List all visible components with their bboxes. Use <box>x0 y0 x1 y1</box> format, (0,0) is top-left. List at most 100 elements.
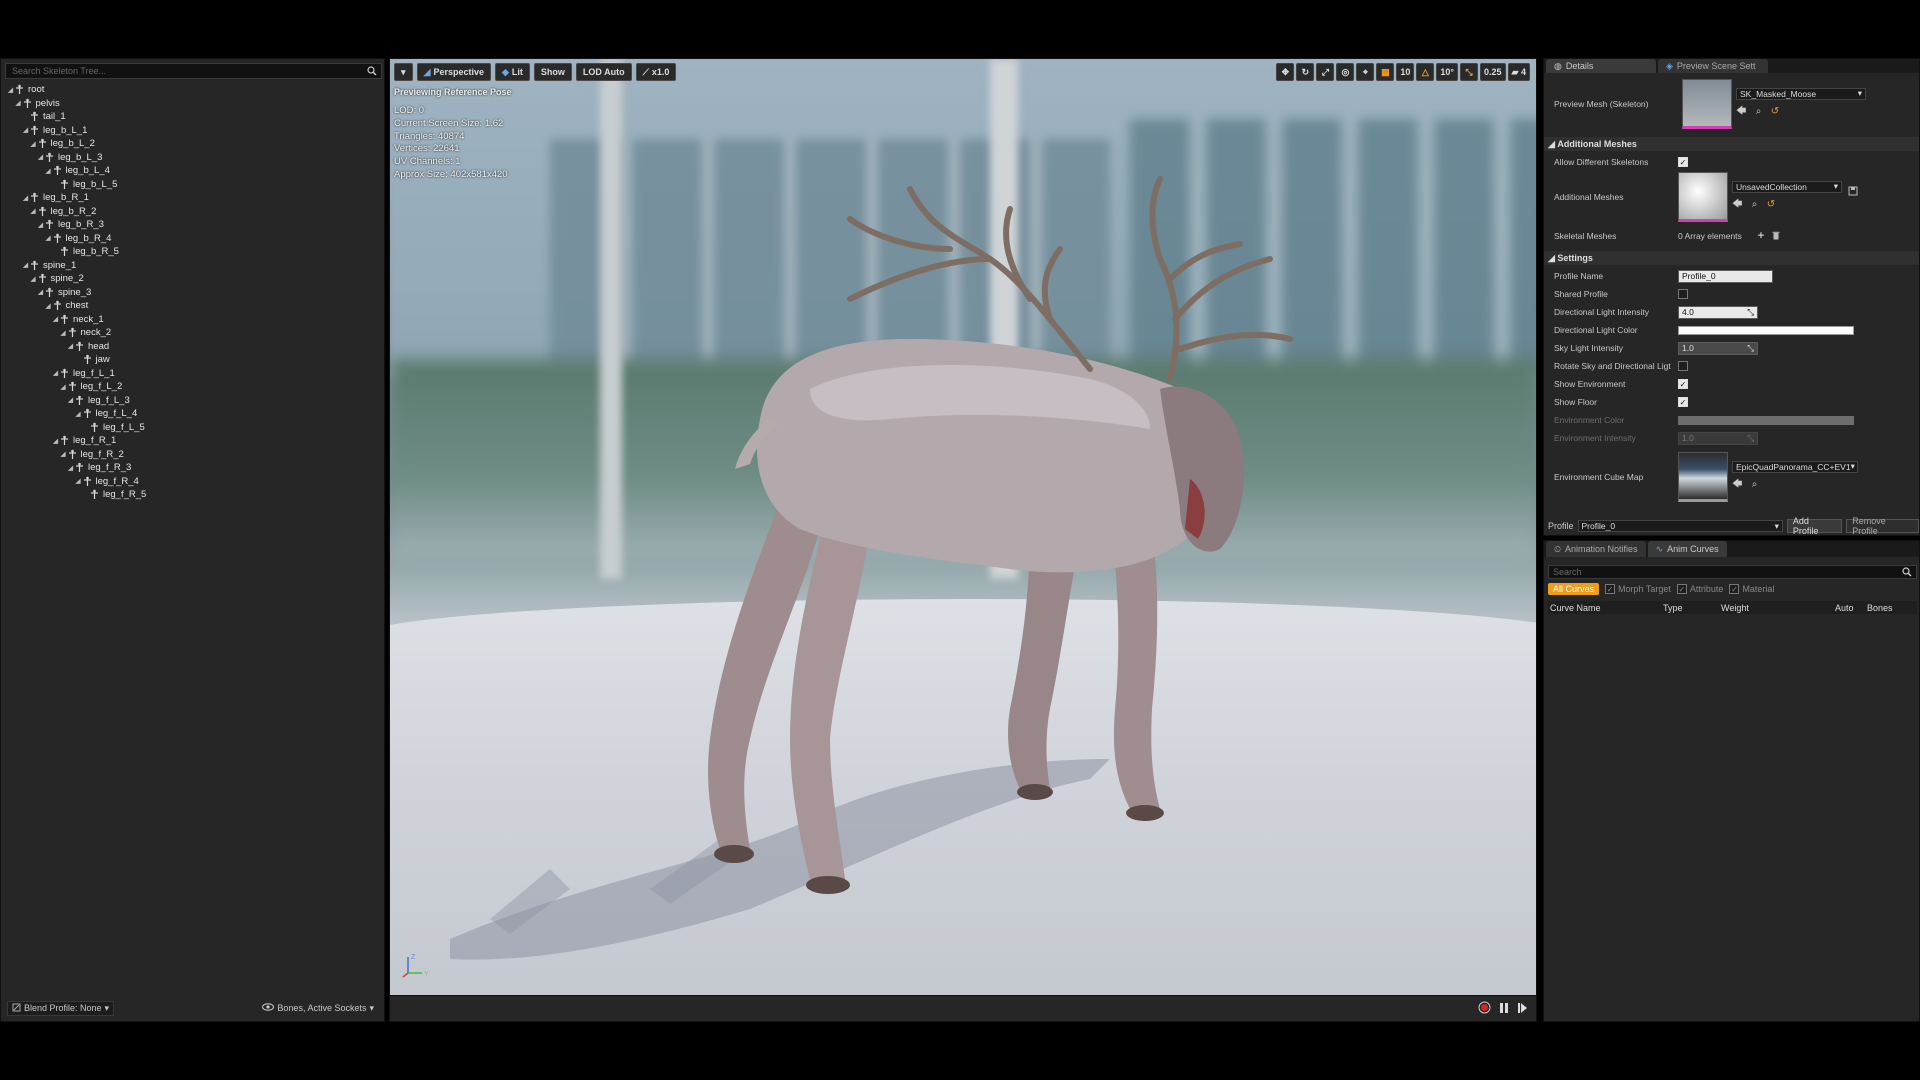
sky-light-intensity-input[interactable]: 1.0 ⤡ <box>1678 341 1758 355</box>
bone-row[interactable]: tail_1 <box>7 110 377 124</box>
expand-arrow-icon[interactable]: ◢ <box>60 329 67 337</box>
bone-row[interactable]: ◢ chest <box>7 299 377 313</box>
env-cube-map-dropdown[interactable]: EpicQuadPanorama_CC+EV1 ▾ <box>1732 460 1858 473</box>
rotate-icon[interactable]: ↻ <box>1296 63 1315 81</box>
shared-profile-checkbox[interactable] <box>1678 289 1688 299</box>
dir-light-color-swatch[interactable] <box>1678 325 1854 335</box>
bone-row[interactable]: jaw <box>7 353 377 367</box>
use-selected-arrow-icon[interactable]: 🡄 <box>1732 479 1742 490</box>
bone-row[interactable]: ◢ head <box>7 340 377 354</box>
expand-arrow-icon[interactable]: ◢ <box>45 302 52 310</box>
skeleton-search-input[interactable] <box>6 64 365 78</box>
additional-meshes-category[interactable]: ◢ Additional Meshes <box>1544 137 1919 151</box>
expand-arrow-icon[interactable]: ◢ <box>15 99 22 107</box>
bone-row[interactable]: ◢ leg_f_R_3 <box>7 461 377 475</box>
browse-search-icon[interactable]: ⌕ <box>1752 479 1758 490</box>
expand-arrow-icon[interactable]: ◢ <box>7 86 14 94</box>
expand-arrow-icon[interactable]: ◢ <box>22 194 29 202</box>
record-icon[interactable] <box>1478 1001 1491 1017</box>
bone-row[interactable]: ◢ neck_1 <box>7 313 377 327</box>
expand-arrow-icon[interactable]: ◢ <box>30 275 37 283</box>
bone-row[interactable]: ◢ pelvis <box>7 97 377 111</box>
bone-row[interactable]: ◢ leg_f_R_4 <box>7 475 377 489</box>
bone-row[interactable]: ◢ leg_b_R_2 <box>7 205 377 219</box>
expand-arrow-icon[interactable]: ◢ <box>30 207 37 215</box>
expand-arrow-icon[interactable]: ◢ <box>22 261 29 269</box>
step-forward-icon[interactable] <box>1517 1002 1528 1017</box>
bone-row[interactable]: ◢ leg_b_R_1 <box>7 191 377 205</box>
expand-arrow-icon[interactable]: ◢ <box>52 437 59 445</box>
allow-diff-skeletons-checkbox[interactable]: ✓ <box>1678 157 1688 167</box>
morph-checkbox[interactable]: ✓ <box>1605 584 1616 594</box>
settings-category[interactable]: ◢ Settings <box>1544 251 1919 265</box>
grid-snap-value[interactable]: 10 <box>1396 63 1415 81</box>
profile-dropdown[interactable]: Profile_0 ▾ <box>1577 520 1783 532</box>
profile-name-input[interactable]: Profile_0 <box>1678 269 1773 283</box>
expand-arrow-icon[interactable]: ◢ <box>60 383 67 391</box>
additional-meshes-dropdown[interactable]: UnsavedCollection ▾ <box>1732 180 1842 193</box>
expand-arrow-icon[interactable]: ◢ <box>30 140 37 148</box>
filter-all-curves[interactable]: All Curves <box>1548 583 1600 595</box>
expand-arrow-icon[interactable]: ◢ <box>37 153 44 161</box>
bone-row[interactable]: leg_f_L_5 <box>7 421 377 435</box>
bone-row[interactable]: leg_f_R_5 <box>7 488 377 502</box>
lod-button[interactable]: LOD Auto <box>575 63 632 81</box>
col-bones[interactable]: Bones <box>1867 603 1907 613</box>
scale-snap-icon[interactable]: ⤡ <box>1460 63 1479 81</box>
bone-row[interactable]: ◢ leg_b_R_3 <box>7 218 377 232</box>
tab-animation-notifies[interactable]: ⏲ Animation Notifies <box>1546 541 1646 557</box>
expand-arrow-icon[interactable]: ◢ <box>45 167 52 175</box>
scale-icon[interactable]: ⤢ <box>1316 63 1335 81</box>
bone-row[interactable]: ◢ neck_2 <box>7 326 377 340</box>
env-intensity-input[interactable]: 1.0 ⤡ <box>1678 431 1758 445</box>
expand-arrow-icon[interactable]: ◢ <box>22 126 29 134</box>
trash-icon[interactable] <box>1772 231 1780 242</box>
lit-button[interactable]: ◆ Lit <box>495 63 530 81</box>
slider-arrows-icon[interactable]: ⤡ <box>1747 343 1754 354</box>
expand-arrow-icon[interactable]: ◢ <box>60 450 67 458</box>
scene-render[interactable] <box>390 59 1536 997</box>
bones-filter-button[interactable]: Bones, Active Sockets ▾ <box>258 1002 378 1015</box>
add-element-icon[interactable]: + <box>1758 230 1764 242</box>
col-weight[interactable]: Weight <box>1721 603 1835 613</box>
filter-attribute[interactable]: ✓ Attribute <box>1676 584 1723 594</box>
expand-arrow-icon[interactable]: ◢ <box>52 369 59 377</box>
pause-icon[interactable] <box>1499 1002 1509 1017</box>
preview-mesh-thumbnail[interactable] <box>1682 79 1732 129</box>
bone-row[interactable]: ◢ leg_f_L_2 <box>7 380 377 394</box>
preview-mesh-dropdown[interactable]: SK_Masked_Moose ▾ <box>1736 87 1866 100</box>
bone-row[interactable]: ◢ leg_b_R_4 <box>7 232 377 246</box>
camera-speed-button[interactable]: ▰ 4 <box>1507 63 1530 81</box>
expand-arrow-icon[interactable]: ◢ <box>45 234 52 242</box>
expand-arrow-icon[interactable]: ◢ <box>67 342 74 350</box>
col-auto[interactable]: Auto <box>1835 603 1867 613</box>
show-floor-checkbox[interactable]: ✓ <box>1678 397 1688 407</box>
col-curve-name[interactable]: Curve Name <box>1548 603 1663 613</box>
playback-speed-button[interactable]: ⟋ x1.0 <box>635 63 677 81</box>
scale-snap-value[interactable]: 0.25 <box>1480 63 1506 81</box>
show-env-checkbox[interactable]: ✓ <box>1678 379 1688 389</box>
bone-row[interactable]: leg_b_L_5 <box>7 178 377 192</box>
expand-arrow-icon[interactable]: ◢ <box>37 221 44 229</box>
bone-row[interactable]: ◢ root <box>7 83 377 97</box>
viewport[interactable]: ▾ ◢ Perspective ◆ Lit Show LOD Auto ⟋ x1… <box>389 58 1537 1022</box>
filter-morph-target[interactable]: ✓ Morph Target <box>1605 584 1671 594</box>
env-color-swatch[interactable] <box>1678 415 1854 425</box>
perspective-button[interactable]: ◢ Perspective <box>416 63 491 81</box>
rotation-snap-value[interactable]: 10° <box>1436 63 1459 81</box>
tab-preview-scene-settings[interactable]: ◈ Preview Scene Sett <box>1658 59 1768 73</box>
bone-row[interactable]: ◢ leg_f_L_1 <box>7 367 377 381</box>
search-icon[interactable] <box>1900 565 1914 579</box>
use-selected-arrow-icon[interactable]: 🡄 <box>1732 199 1742 210</box>
reset-icon[interactable]: ↺ <box>1767 199 1775 210</box>
expand-arrow-icon[interactable]: ◢ <box>67 464 74 472</box>
translate-icon[interactable]: ✥ <box>1276 63 1295 81</box>
rotation-snap-icon[interactable]: △ <box>1416 63 1435 81</box>
remove-profile-button[interactable]: Remove Profile <box>1846 516 1919 536</box>
add-profile-button[interactable]: Add Profile <box>1786 516 1843 536</box>
tab-details[interactable]: ◍ Details <box>1546 59 1656 73</box>
surface-snap-icon[interactable]: ⌖ <box>1356 63 1375 81</box>
reset-icon[interactable]: ↺ <box>1771 106 1779 117</box>
filter-material[interactable]: ✓ Material <box>1729 584 1774 594</box>
env-cube-map-thumbnail[interactable] <box>1678 452 1728 502</box>
